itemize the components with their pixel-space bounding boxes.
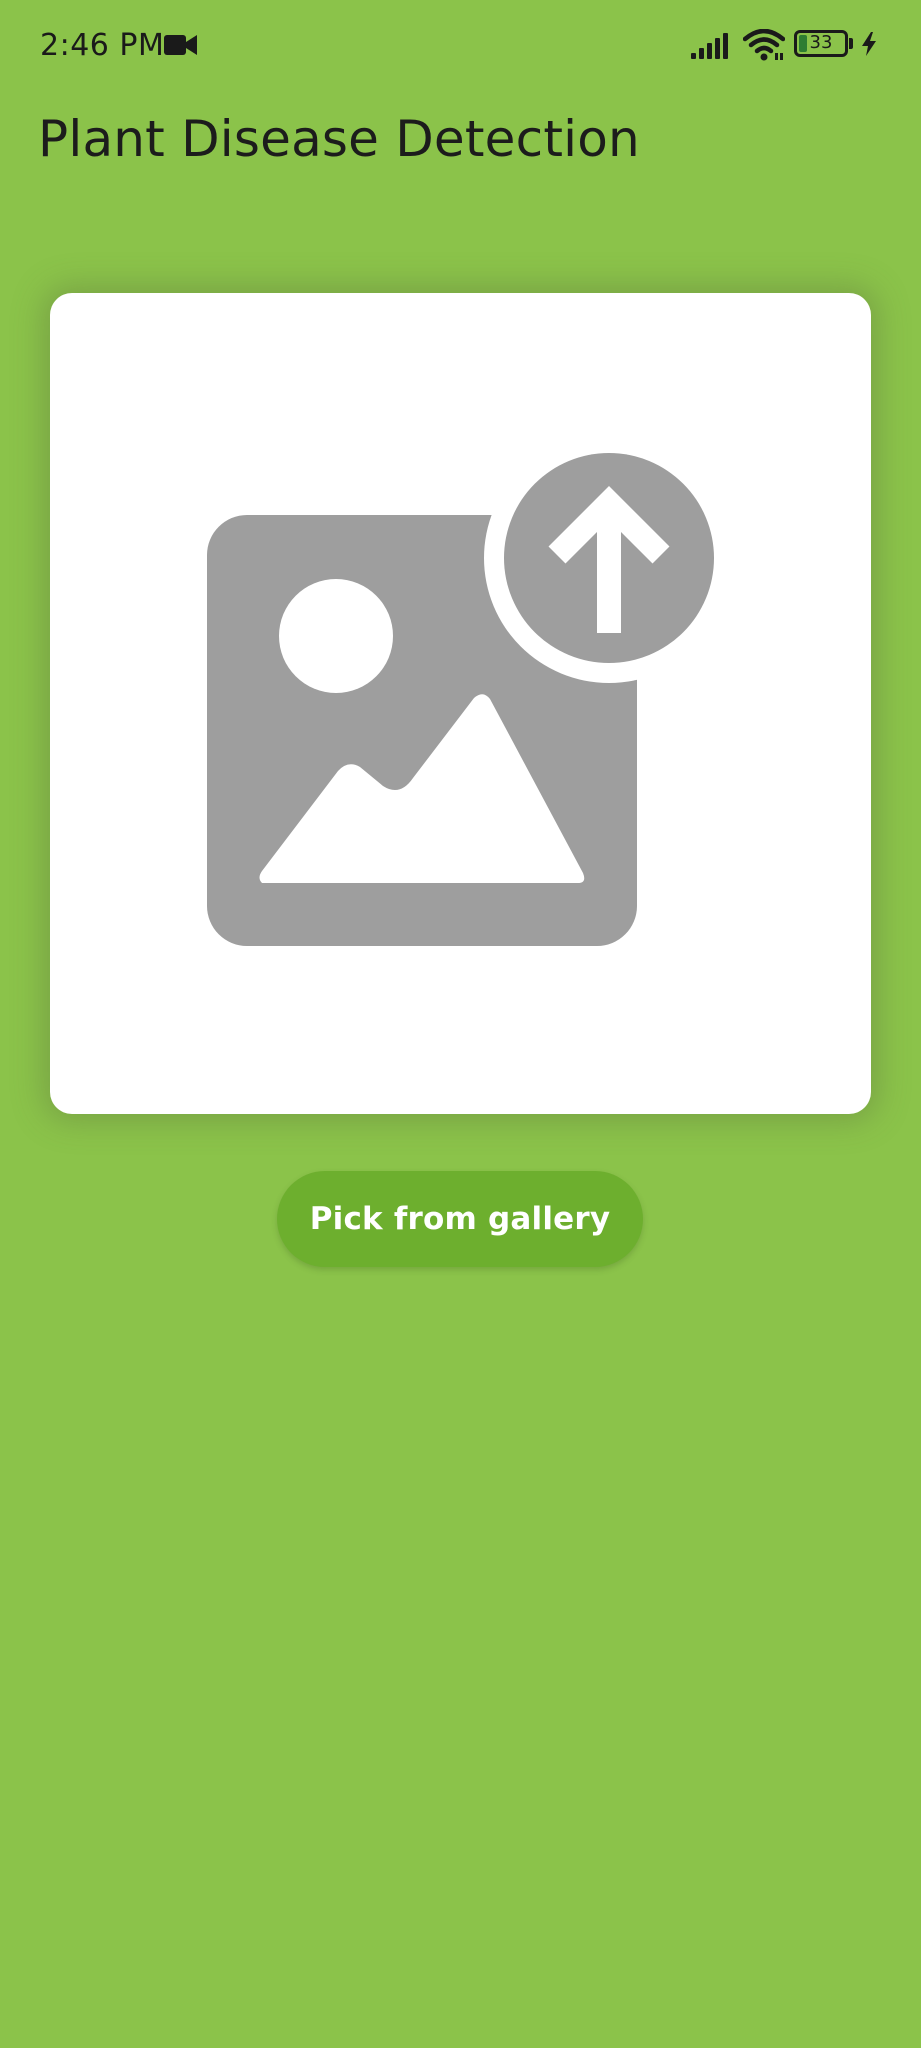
battery-level: 33 — [809, 32, 833, 53]
image-preview-card[interactable] — [50, 293, 871, 1114]
image-upload-icon — [207, 433, 734, 946]
wifi-icon — [742, 28, 786, 66]
battery-icon: 33 — [794, 30, 848, 57]
signal-icon — [691, 33, 731, 64]
charging-bolt-icon — [861, 32, 877, 61]
page-title: Plant Disease Detection — [38, 110, 640, 168]
status-bar: 2:46 PM 33 — [0, 0, 921, 92]
pick-from-gallery-button[interactable]: Pick from gallery — [277, 1171, 643, 1267]
status-indicators: 33 — [661, 0, 921, 92]
battery-tip — [849, 38, 853, 49]
status-time: 2:46 PM — [40, 28, 165, 63]
video-camera-icon — [164, 34, 198, 61]
